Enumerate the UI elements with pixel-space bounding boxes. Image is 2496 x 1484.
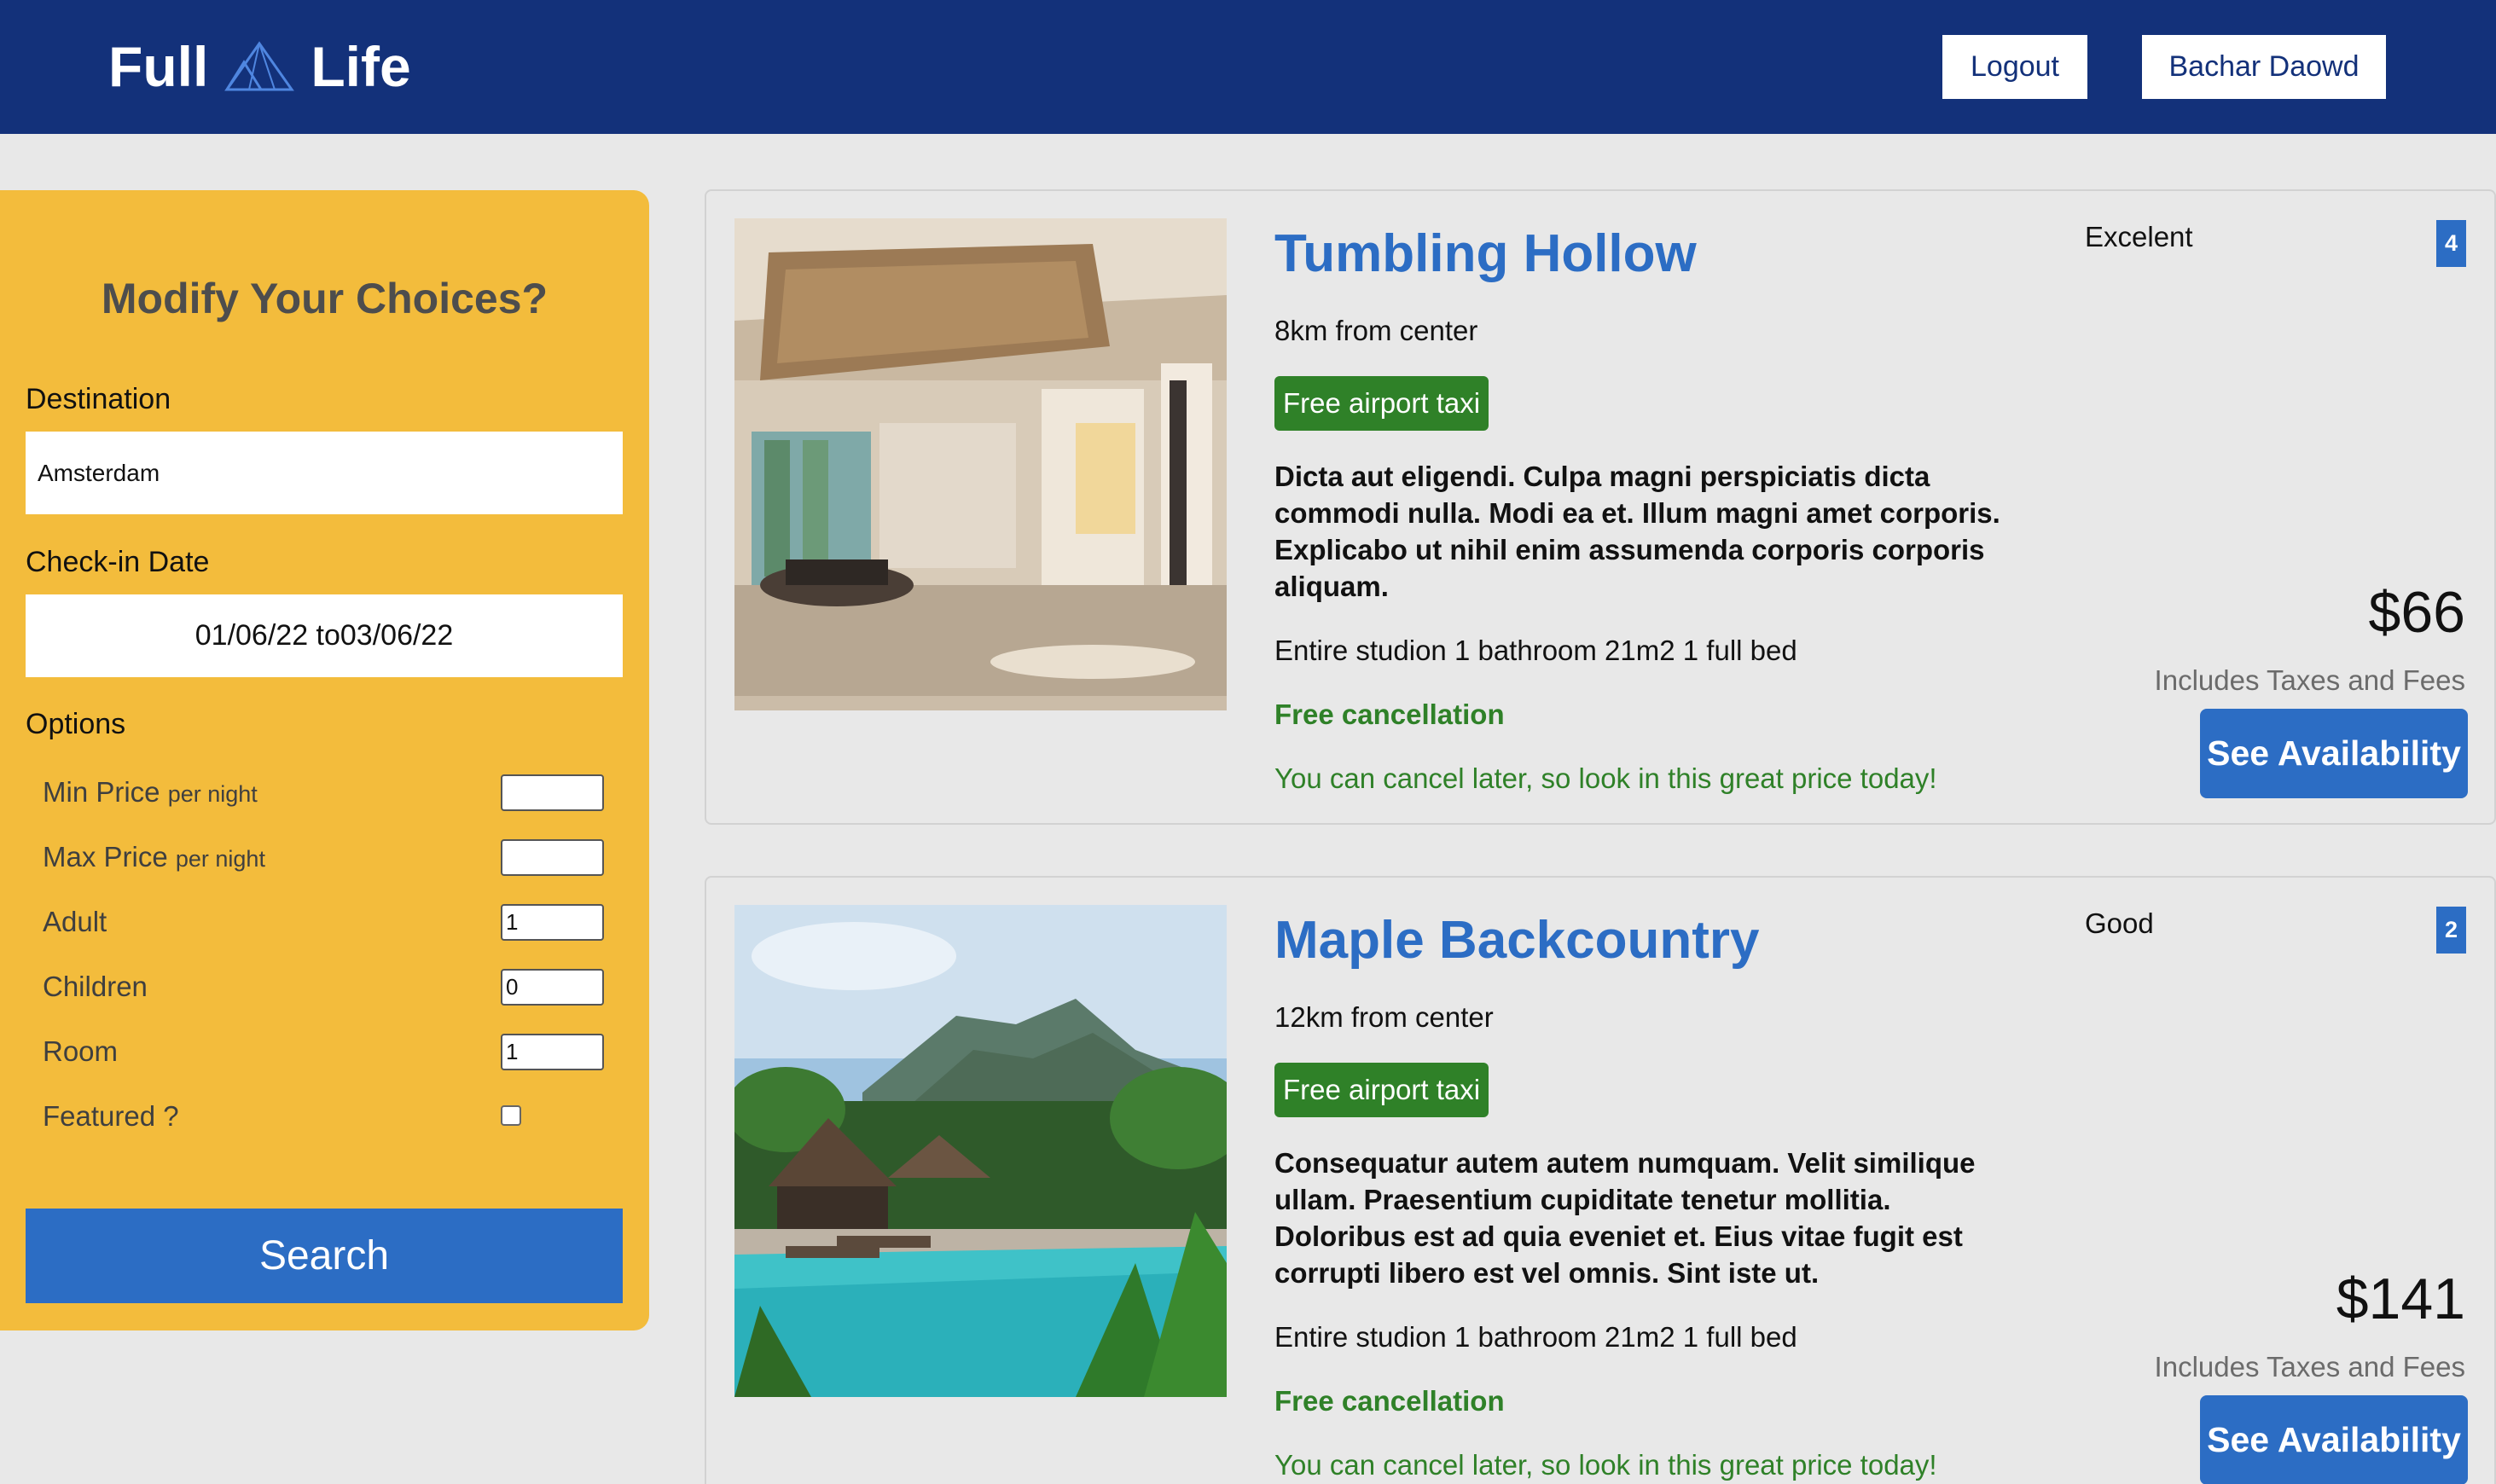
option-label: Room [43, 1035, 119, 1067]
taxi-badge: Free airport taxi [1274, 376, 1489, 431]
hotel-lobby-photo[interactable] [734, 218, 1227, 710]
rating-text: Good [2085, 907, 2154, 939]
price-taxes-note: Includes Taxes and Fees [2154, 1351, 2465, 1383]
search-button[interactable]: Search [26, 1209, 623, 1303]
taxi-badge: Free airport taxi [1274, 1063, 1489, 1117]
options-label: Options [26, 708, 126, 740]
hotel-name[interactable]: Maple Backcountry [1274, 910, 1760, 971]
logo-text-right: Life [311, 35, 411, 98]
price-taxes-note: Includes Taxes and Fees [2154, 664, 2465, 696]
brand-logo[interactable]: Full Life [108, 32, 411, 101]
rating-score-badge: 2 [2436, 907, 2466, 954]
search-filter-panel: Modify Your Choices? Destination Amsterd… [0, 190, 649, 1330]
hotel-card: Tumbling Hollow 8km from center Free air… [705, 189, 2496, 825]
free-cancellation-label: Free cancellation [1274, 1385, 1505, 1417]
hotel-price: $141 [2336, 1267, 2465, 1331]
hotel-distance: 12km from center [1274, 1001, 1494, 1033]
option-max-price: Max Price per night [43, 836, 606, 878]
adult-input[interactable]: 1 [501, 904, 604, 941]
destination-label: Destination [26, 383, 171, 415]
room-features: Entire studion 1 bathroom 21m2 1 full be… [1274, 1321, 1797, 1353]
see-availability-button[interactable]: See Availability [2200, 1395, 2468, 1484]
room-input[interactable]: 1 [501, 1034, 604, 1070]
option-label: Min Price per night [43, 776, 258, 808]
option-label: Featured ? [43, 1100, 179, 1132]
room-features: Entire studion 1 bathroom 21m2 1 full be… [1274, 635, 1797, 666]
top-navbar: Full Life Logout Bachar Daowd [0, 0, 2496, 134]
option-featured: Featured ? [43, 1095, 606, 1138]
min-price-input[interactable] [501, 774, 604, 811]
tropical-resort-pool-photo[interactable] [734, 905, 1227, 1397]
cancellation-subtitle: You can cancel later, so look in this gr… [1274, 1449, 1937, 1481]
destination-input[interactable]: Amsterdam [26, 432, 623, 514]
children-input[interactable]: 0 [501, 969, 604, 1006]
rating-text: Excelent [2085, 221, 2193, 252]
cancellation-subtitle: You can cancel later, so look in this gr… [1274, 762, 1937, 794]
hotel-price: $66 [2368, 580, 2465, 645]
hotel-description: Dicta aut eligendi. Culpa magni perspici… [1274, 461, 2000, 602]
option-children: Children 0 [43, 965, 606, 1008]
panel-title: Modify Your Choices? [101, 275, 549, 322]
option-label: Max Price per night [43, 841, 265, 872]
rating-score-badge: 4 [2436, 220, 2466, 267]
see-availability-button[interactable]: See Availability [2200, 709, 2468, 798]
option-min-price: Min Price per night [43, 771, 606, 814]
hotel-card: Maple Backcountry 12km from center Free … [705, 876, 2496, 1484]
user-profile-button[interactable]: Bachar Daowd [2142, 35, 2386, 99]
hotel-distance: 8km from center [1274, 315, 1478, 346]
max-price-input[interactable] [501, 839, 604, 876]
checkin-date-input[interactable]: 01/06/22 to03/06/22 [26, 594, 623, 677]
free-cancellation-label: Free cancellation [1274, 699, 1505, 730]
option-adult: Adult 1 [43, 901, 606, 943]
hotel-description: Consequatur autem autem numquam. Velit s… [1274, 1147, 1976, 1289]
option-room: Room 1 [43, 1030, 606, 1073]
featured-checkbox[interactable] [501, 1105, 521, 1126]
logo-text-left: Full [108, 35, 209, 98]
hotel-name[interactable]: Tumbling Hollow [1274, 223, 1697, 284]
option-label: Children [43, 971, 148, 1002]
checkin-date-label: Check-in Date [26, 546, 210, 578]
logout-button[interactable]: Logout [1942, 35, 2087, 99]
option-label: Adult [43, 906, 107, 937]
mountain-logo-icon [224, 41, 295, 91]
